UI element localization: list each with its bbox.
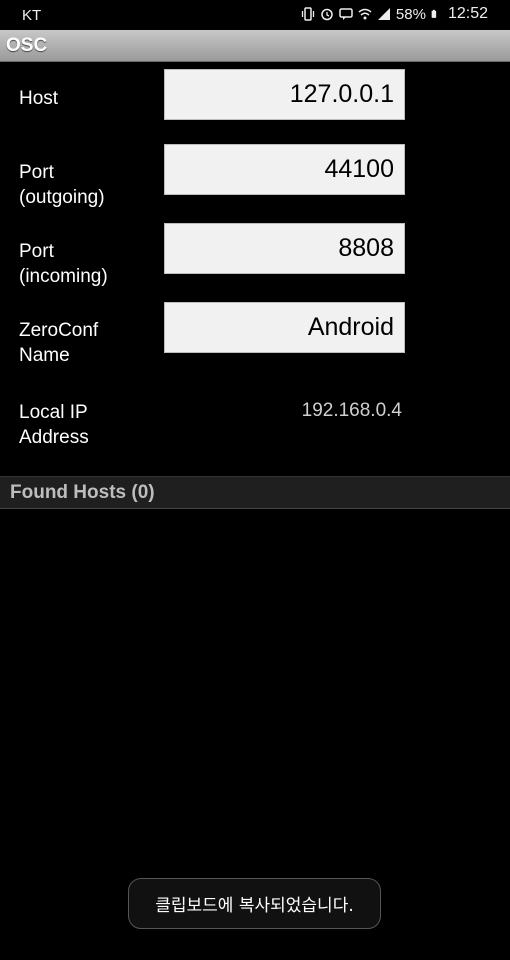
section-title: OSC	[6, 35, 48, 56]
battery-icon	[431, 9, 437, 18]
toast-message: 클립보드에 복사되었습니다.	[155, 896, 354, 916]
carrier-label: KT	[22, 7, 42, 24]
local-ip-label: Local IP Address	[19, 402, 89, 448]
osc-section-header: OSC	[0, 30, 510, 62]
alarm-icon	[321, 8, 333, 21]
port-outgoing-input[interactable]: 44100	[164, 144, 405, 195]
port-incoming-label: Port (incoming)	[19, 241, 108, 287]
found-hosts-header: Found Hosts (0)	[0, 476, 510, 509]
port-outgoing-label: Port (outgoing)	[19, 162, 105, 208]
status-icons: 58% 12:52	[301, 5, 488, 23]
port-incoming-input[interactable]: 8808	[164, 223, 405, 274]
osc-settings-screen: KT 58% 12:52 OSC Host 127.0.0.1 Port (ou…	[0, 0, 510, 960]
found-hosts-title: Found Hosts (0)	[10, 482, 155, 503]
status-bar: KT 58% 12:52	[0, 0, 510, 30]
messenger-icon	[339, 8, 353, 20]
wifi-icon	[358, 8, 372, 20]
host-label: Host	[19, 88, 59, 109]
clock: 12:52	[447, 5, 488, 22]
signal-icon	[377, 8, 390, 20]
clipboard-toast: 클립보드에 복사되었습니다.	[128, 878, 381, 929]
local-ip-value[interactable]: 192.168.0.4	[302, 400, 402, 422]
vibrate-icon	[301, 7, 315, 21]
host-input[interactable]: 127.0.0.1	[164, 69, 405, 120]
zeroconf-name-label: ZeroConf Name	[19, 320, 99, 366]
battery-percent: 58%	[395, 5, 426, 23]
zeroconf-name-input[interactable]: Android	[164, 302, 405, 353]
